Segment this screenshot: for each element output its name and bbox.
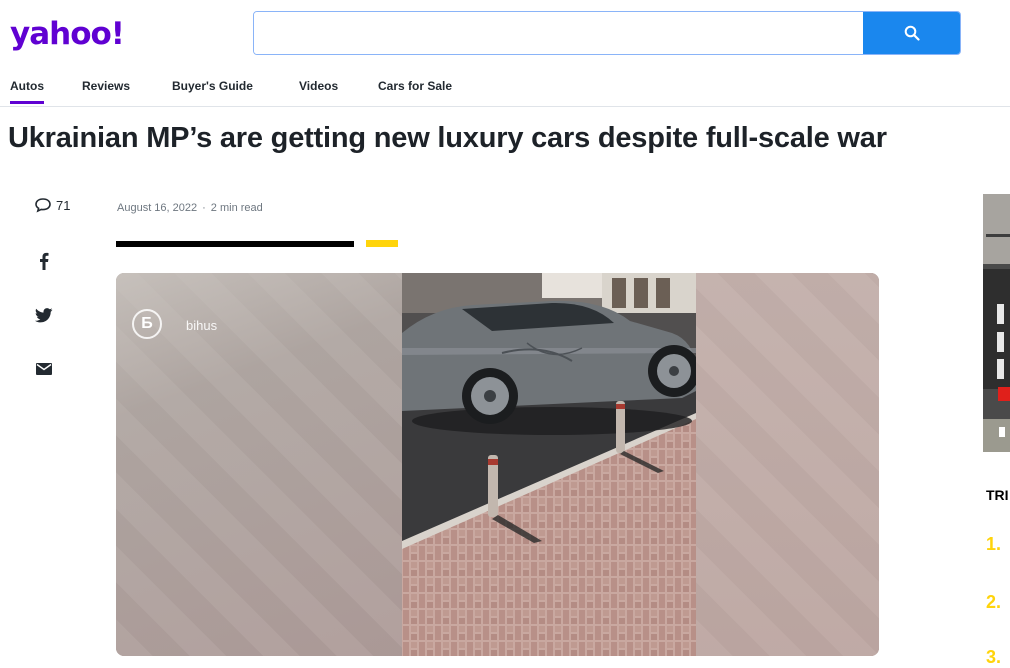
share-twitter-button[interactable]: [34, 305, 54, 325]
video-blur-right: [696, 273, 879, 656]
ad-banner[interactable]: [983, 194, 1010, 452]
nav-item-autos[interactable]: Autos: [10, 79, 44, 104]
headline-divider-yellow: [366, 240, 398, 247]
comments-button[interactable]: 71: [34, 197, 70, 213]
publish-date: August 16, 2022: [117, 202, 198, 214]
article-meta: August 16, 2022 · 2 min read: [117, 202, 263, 214]
comment-icon: [35, 198, 51, 213]
nav-item-reviews[interactable]: Reviews: [82, 79, 130, 101]
meta-separator: ·: [202, 202, 206, 214]
nav-item-buyers-guide[interactable]: Buyer's Guide: [172, 79, 253, 101]
trending-rank-3[interactable]: 3.: [986, 647, 1001, 668]
trending-rank-1[interactable]: 1.: [986, 534, 1001, 555]
search-input[interactable]: [254, 12, 886, 54]
facebook-icon: [40, 252, 49, 270]
search-bar: [253, 11, 961, 55]
share-email-button[interactable]: [34, 359, 54, 379]
nav-item-cars-for-sale[interactable]: Cars for Sale: [378, 79, 452, 101]
headline-divider-black: [116, 241, 354, 247]
read-time: 2 min read: [210, 202, 263, 214]
share-facebook-button[interactable]: [34, 251, 54, 271]
section-nav: Autos Reviews Buyer's Guide Videos Cars …: [0, 74, 1010, 107]
twitter-icon: [35, 307, 53, 322]
video-frame: [402, 273, 696, 656]
ad-image: [983, 194, 1010, 452]
search-icon: [904, 25, 920, 41]
comment-count: 71: [56, 197, 71, 213]
trending-rank-2[interactable]: 2.: [986, 592, 1001, 613]
article-headline: Ukrainian MP’s are getting new luxury ca…: [8, 122, 887, 154]
channel-name: bihus: [186, 318, 218, 333]
article-video[interactable]: [116, 273, 879, 656]
nav-item-videos[interactable]: Videos: [299, 79, 338, 101]
mail-icon: [36, 363, 52, 375]
search-button[interactable]: [863, 12, 960, 54]
channel-logo: Б: [132, 309, 162, 339]
yahoo-logo[interactable]: yahoo!: [10, 16, 125, 52]
trending-heading: TRI: [986, 487, 1009, 503]
car-scene-image: [402, 273, 696, 656]
